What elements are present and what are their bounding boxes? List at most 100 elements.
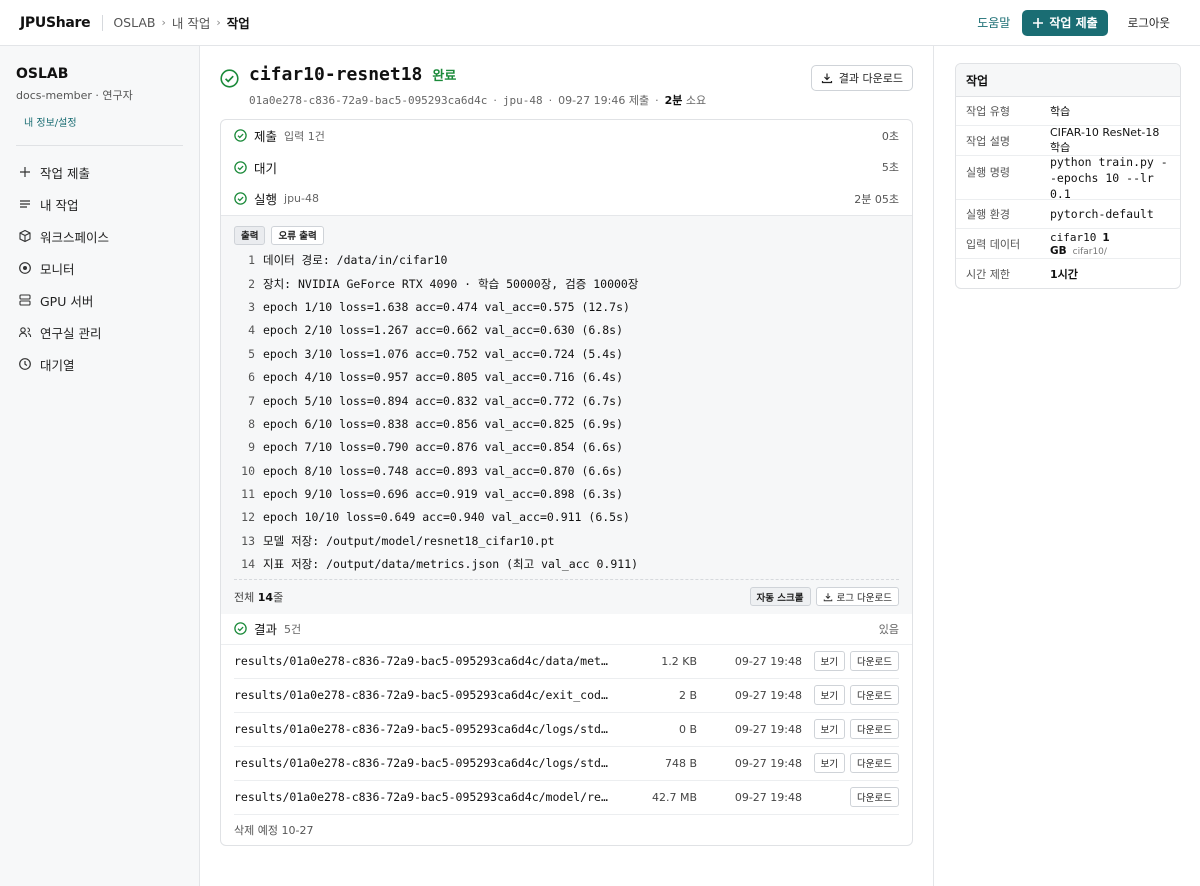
job-duration: 2분 소요 (665, 92, 707, 108)
step-label: 제출 (254, 129, 278, 145)
result-file-path[interactable]: results/01a0e278-c836-72a9-bac5-095293ca… (234, 654, 609, 668)
logout-button[interactable]: 로그아웃 (1118, 15, 1180, 31)
log-line: 4 epoch 2/10 loss=1.267 acc=0.662 val_acc… (234, 319, 899, 342)
brand-logo[interactable]: JPUShare (20, 15, 91, 31)
tab-stderr[interactable]: 오류 출력 (271, 225, 324, 245)
log-line-text: 지표 저장: /output/data/metrics.json (최고 val… (263, 557, 639, 572)
download-icon (823, 593, 832, 602)
sidebar-item-queue[interactable]: 대기열 (16, 348, 183, 380)
log-line-text: epoch 5/10 loss=0.894 acc=0.832 val_acc=… (263, 393, 624, 408)
step-run: 실행 jpu-48 2분 05초 (221, 183, 912, 215)
view-button[interactable]: 보기 (813, 719, 846, 740)
result-file-row: results/01a0e278-c836-72a9-bac5-095293ca… (234, 713, 899, 747)
log-line: 2 장치: NVIDIA GeForce RTX 4090 · 학습 50000장… (234, 272, 899, 295)
log-line: 5 epoch 3/10 loss=1.076 acc=0.752 val_acc… (234, 342, 899, 365)
result-file-size: 2 B (678, 688, 697, 702)
submit-job-button[interactable]: 작업 제출 (1022, 9, 1108, 36)
result-file-path[interactable]: results/01a0e278-c836-72a9-bac5-095293ca… (234, 722, 609, 736)
info-key: 작업 유형 (966, 105, 1010, 118)
check-circle-icon (234, 161, 247, 174)
download-button[interactable]: 다운로드 (850, 719, 899, 740)
delete-schedule-note: 삭제 예정 10-27 (234, 823, 314, 837)
log-line-text: epoch 8/10 loss=0.748 acc=0.893 val_acc=… (263, 463, 624, 478)
info-row-timelimit: 시간 제한 1시간 (956, 259, 1180, 288)
breadcrumb: OSLAB › 내 작업 › 작업 (113, 13, 249, 32)
log-line: 13 모델 저장: /output/model/resnet18_cifar10.… (234, 529, 899, 552)
result-file-row: results/01a0e278-c836-72a9-bac5-095293ca… (234, 747, 899, 781)
job-title: cifar10-resnet18 (249, 64, 423, 85)
sidebar-item-submit[interactable]: 작업 제출 (16, 156, 183, 188)
job-host: jpu-48 (502, 93, 543, 107)
view-button[interactable]: 보기 (813, 753, 846, 774)
sidebar-item-label: GPU 서버 (40, 293, 94, 309)
results-state: 있음 (878, 622, 899, 636)
log-line-number: 11 (241, 487, 255, 502)
info-row-type: 작업 유형 학습 (956, 97, 1180, 126)
log-download-button[interactable]: 로그 다운로드 (815, 587, 899, 607)
info-key: 작업 설명 (966, 134, 1010, 148)
log-line-text: epoch 1/10 loss=1.638 acc=0.474 val_acc=… (263, 299, 630, 314)
result-file-actions: 보기 다운로드 (813, 753, 899, 774)
result-file-path[interactable]: results/01a0e278-c836-72a9-bac5-095293ca… (234, 756, 609, 770)
view-button[interactable]: 보기 (813, 685, 846, 706)
log-line-text: epoch 6/10 loss=0.838 acc=0.856 val_acc=… (263, 416, 624, 431)
result-file-date: 09-27 19:48 (734, 688, 802, 702)
line-count-suffix: 줄 (273, 590, 284, 604)
profile-settings-link[interactable]: 내 정보/설정 (24, 114, 77, 129)
sidebar-item-workspace[interactable]: 워크스페이스 (16, 220, 183, 252)
tab-stdout[interactable]: 출력 (234, 225, 266, 245)
sidebar-item-my-jobs[interactable]: 내 작업 (16, 188, 183, 220)
info-key: 실행 환경 (966, 208, 1010, 221)
download-result-button[interactable]: 결과 다운로드 (810, 65, 913, 91)
result-file-date: 09-27 19:48 (734, 722, 802, 736)
download-button[interactable]: 다운로드 (850, 753, 899, 774)
separator-dot: · (548, 93, 553, 107)
line-count-value: 14 (257, 590, 274, 604)
job-id: 01a0e278-c836-72a9-bac5-095293ca6d4c (249, 93, 488, 107)
check-circle-icon (234, 192, 247, 205)
status-badge: 완료 (432, 69, 457, 84)
help-link[interactable]: 도움말 (977, 14, 1010, 31)
job-duration-suffix: 소요 (685, 94, 707, 107)
log-line: 1 데이터 경로: /data/in/cifar10 (234, 249, 899, 272)
result-file-size: 748 B (664, 756, 697, 770)
log-line-text: 장치: NVIDIA GeForce RTX 4090 · 학습 50000장,… (263, 276, 639, 291)
result-file-row: results/01a0e278-c836-72a9-bac5-095293ca… (234, 645, 899, 679)
sidebar-item-label: 연구실 관리 (40, 325, 102, 341)
sidebar-item-gpu-server[interactable]: GPU 서버 (16, 284, 183, 316)
log-line: 12 epoch 10/10 loss=0.649 acc=0.940 val_a… (234, 506, 899, 529)
log-line: 9 epoch 7/10 loss=0.790 acc=0.876 val_acc… (234, 436, 899, 459)
download-button[interactable]: 다운로드 (850, 787, 899, 808)
autoscroll-toggle[interactable]: 자동 스크롤 (749, 587, 811, 607)
sidebar-item-label: 모니터 (40, 261, 75, 277)
step-label: 실행 (254, 192, 278, 208)
result-file-row: results/01a0e278-c836-72a9-bac5-095293ca… (234, 679, 899, 713)
log-line: 10 epoch 8/10 loss=0.748 acc=0.893 val_ac… (234, 459, 899, 482)
results-label: 결과 (254, 622, 278, 638)
result-file-date: 09-27 19:48 (734, 756, 802, 770)
breadcrumb-org[interactable]: OSLAB (113, 15, 155, 30)
download-button[interactable]: 다운로드 (850, 685, 899, 706)
list-icon (20, 200, 30, 208)
log-line-number: 9 (248, 440, 255, 455)
breadcrumb-my-jobs[interactable]: 내 작업 (172, 13, 210, 32)
step-submit: 제출 입력 1건 0초 (221, 120, 912, 152)
result-file-path[interactable]: results/01a0e278-c836-72a9-bac5-095293ca… (234, 790, 609, 804)
step-sub: jpu-48 (284, 192, 319, 206)
log-line-number: 13 (241, 533, 255, 548)
view-button[interactable]: 보기 (813, 651, 846, 672)
info-value-wrap: cifar10 1 GB cifar10/ (1050, 231, 1170, 257)
clock-icon (19, 358, 31, 370)
sidebar-item-lab-admin[interactable]: 연구실 관리 (16, 316, 183, 348)
log-line-number: 2 (248, 276, 255, 291)
check-circle-icon (220, 69, 239, 88)
console-tabs: 출력 오류 출력 (234, 225, 899, 245)
breadcrumb-current: 작업 (226, 16, 250, 31)
step-duration: 2분 05초 (854, 192, 899, 206)
sidebar-item-monitor[interactable]: 모니터 (16, 252, 183, 284)
log-line-text: epoch 3/10 loss=1.076 acc=0.752 val_acc=… (263, 346, 624, 361)
results-header: 결과 5건 있음 (221, 614, 912, 645)
download-button[interactable]: 다운로드 (850, 651, 899, 672)
result-file-path[interactable]: results/01a0e278-c836-72a9-bac5-095293ca… (234, 688, 609, 702)
log-line: 8 epoch 6/10 loss=0.838 acc=0.856 val_acc… (234, 412, 899, 435)
